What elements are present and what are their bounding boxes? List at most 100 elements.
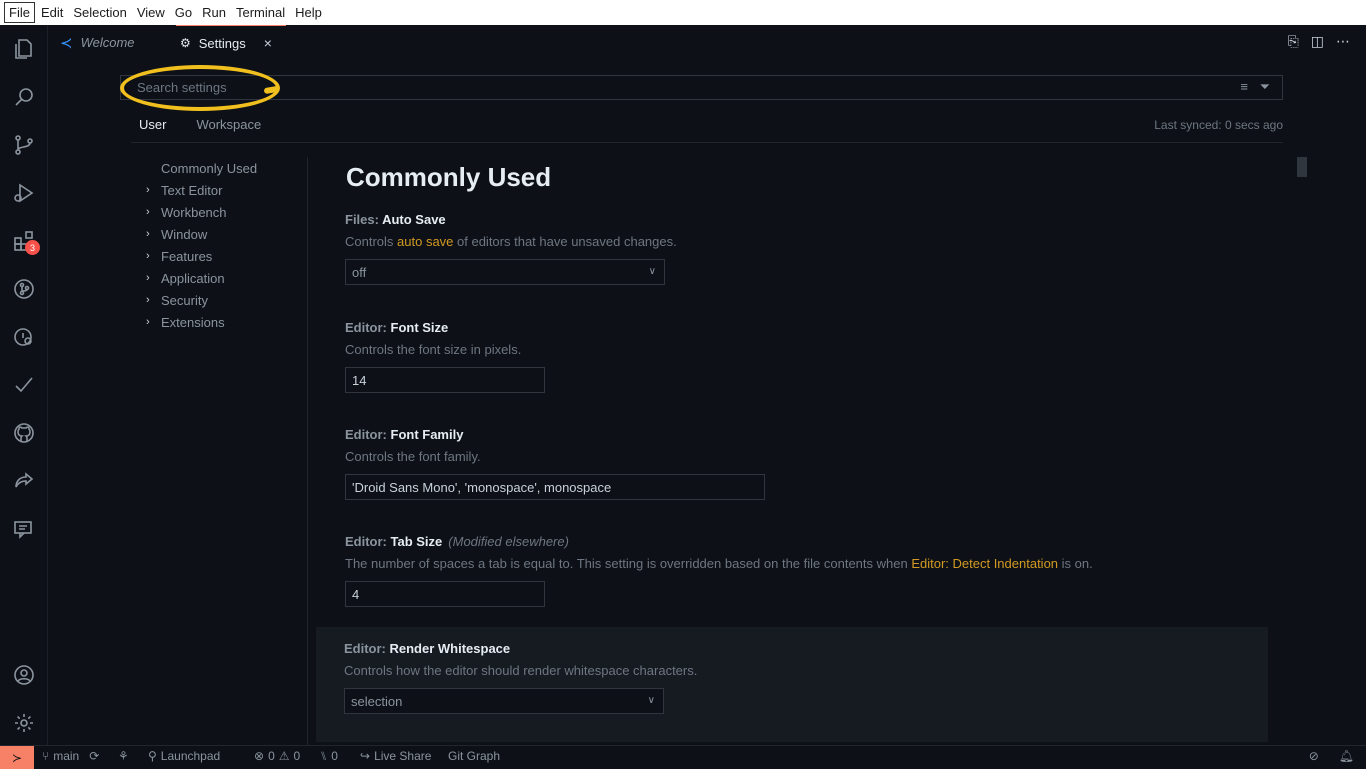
more-actions-icon[interactable]: ⋯: [1336, 33, 1350, 50]
setting-font-family: Editor: Font Family Controls the font fa…: [331, 427, 1283, 500]
font-family-input[interactable]: 'Droid Sans Mono', 'monospace', monospac…: [345, 474, 765, 500]
setting-description: Controls auto save of editors that have …: [345, 234, 677, 249]
chevron-down-icon: ∨: [648, 266, 656, 277]
branch-icon: ⑂: [42, 749, 50, 763]
split-editor-icon[interactable]: ◫: [1311, 33, 1324, 50]
toc-item-workbench[interactable]: › Workbench: [138, 201, 306, 223]
toc-item-label: Text Editor: [161, 182, 223, 198]
run-debug-icon[interactable]: [10, 179, 38, 207]
source-control-icon[interactable]: [10, 131, 38, 159]
manage-gear-icon[interactable]: [10, 709, 38, 737]
menu-view[interactable]: View: [133, 3, 169, 22]
toc-item-label: Application: [161, 270, 225, 286]
menu-file[interactable]: File: [4, 2, 35, 23]
toc-item-label: Security: [161, 292, 208, 308]
detect-indentation-link[interactable]: Editor: Detect Indentation: [911, 556, 1058, 571]
remote-explorer-icon[interactable]: [10, 323, 38, 351]
chevron-right-icon: ›: [146, 228, 150, 240]
tab-user[interactable]: User: [131, 115, 175, 143]
branch-indicator[interactable]: ⑂ main ⟳: [42, 749, 99, 763]
activity-bar: 3: [0, 25, 48, 745]
toc-item-features[interactable]: › Features: [138, 245, 306, 267]
bell-icon[interactable]: 🔔︎: [1339, 749, 1354, 763]
toc-item-extensions[interactable]: › Extensions: [138, 311, 306, 333]
sync-status: Last synced: 0 secs ago: [1154, 118, 1283, 132]
git-graph-item[interactable]: Git Graph: [448, 749, 500, 763]
auto-save-select[interactable]: off ∨: [345, 259, 665, 285]
problems-item[interactable]: ⊗ 0 ⚠ 0: [254, 749, 300, 763]
toc-item-application[interactable]: › Application: [138, 267, 306, 289]
chevron-down-icon: ∨: [647, 695, 655, 706]
explorer-icon[interactable]: [10, 35, 38, 63]
setting-label: Editor: Tab Size (Modified elsewhere): [345, 534, 569, 549]
extensions-badge: 3: [25, 240, 40, 255]
menu-selection[interactable]: Selection: [69, 3, 130, 22]
chevron-right-icon: ›: [146, 294, 150, 306]
scrollbar-thumb[interactable]: [1297, 157, 1307, 177]
tab-welcome-label: Welcome: [80, 35, 135, 50]
settings-toc: Commonly Used › Text Editor › Workbench › W…: [138, 157, 306, 333]
editor-area: ≺ Welcome ⚙ Settings × ⎘ ◫ ⋯ ≡ ⏷ User Wo…: [48, 25, 1366, 745]
setting-description: Controls how the editor should render wh…: [344, 663, 698, 678]
github-icon[interactable]: [10, 419, 38, 447]
toc-item-label: Extensions: [161, 314, 225, 330]
toc-item-security[interactable]: › Security: [138, 289, 306, 311]
live-share-item[interactable]: ↪ Live Share: [360, 749, 431, 763]
toc-item-label: Window: [161, 226, 208, 242]
setting-font-size: Editor: Font Size Controls the font size…: [331, 320, 1283, 393]
setting-label: Editor: Render Whitespace: [344, 641, 511, 656]
toc-divider: [307, 157, 308, 745]
toc-item-commonly-used[interactable]: Commonly Used: [138, 157, 306, 179]
tab-workspace[interactable]: Workspace: [188, 115, 269, 143]
account-icon[interactable]: [10, 661, 38, 689]
chevron-right-icon: ›: [146, 184, 150, 196]
filter-icon[interactable]: ⏷: [1260, 79, 1270, 95]
remote-indicator-icon[interactable]: ≻: [0, 746, 34, 769]
search-settings-input[interactable]: [121, 76, 1221, 99]
ports-item[interactable]: ⑊ 0: [320, 749, 338, 763]
close-icon[interactable]: ×: [264, 35, 272, 51]
auto-save-link[interactable]: auto save: [397, 234, 453, 249]
menu-run[interactable]: Run: [198, 3, 230, 22]
vscode-logo-icon: ≺: [60, 34, 73, 52]
render-whitespace-select[interactable]: selection ∨: [344, 688, 664, 714]
launchpad-item[interactable]: ⚲ Launchpad: [148, 749, 220, 763]
error-icon: ⊗: [254, 749, 265, 763]
setting-tab-size: Editor: Tab Size (Modified elsewhere) The…: [331, 534, 1283, 607]
ports-icon: ⑊: [320, 749, 328, 763]
tab-settings[interactable]: ⚙ Settings ×: [176, 25, 286, 60]
modified-indicator[interactable]: (Modified elsewhere): [448, 534, 569, 549]
settings-search-box: ≡ ⏷: [120, 75, 1283, 100]
warning-icon: ⚠: [278, 749, 290, 763]
sync-icon: ⟳: [89, 749, 100, 763]
search-icon[interactable]: [10, 83, 38, 111]
live-share-icon[interactable]: [10, 467, 38, 495]
menu-help[interactable]: Help: [291, 3, 326, 22]
menu-go[interactable]: Go: [171, 3, 196, 22]
menu-edit[interactable]: Edit: [37, 3, 67, 22]
comments-icon[interactable]: [10, 515, 38, 543]
open-settings-json-icon[interactable]: ⎘: [1288, 33, 1299, 50]
git-graph-icon[interactable]: [10, 275, 38, 303]
setting-description: Controls the font size in pixels.: [345, 342, 522, 357]
chevron-right-icon: ›: [146, 250, 150, 262]
scope-divider: [131, 142, 1283, 143]
font-size-input[interactable]: 14: [345, 367, 545, 393]
tab-welcome[interactable]: ≺ Welcome: [56, 25, 176, 60]
toc-item-window[interactable]: › Window: [138, 223, 306, 245]
testing-icon[interactable]: [10, 371, 38, 399]
setting-render-whitespace: Editor: Render Whitespace Controls how t…: [316, 627, 1268, 742]
setting-auto-save: Files: Auto Save Controls auto save of e…: [331, 212, 1283, 285]
launchpad-icon: ⚲: [148, 749, 157, 763]
toc-item-text-editor[interactable]: › Text Editor: [138, 179, 306, 201]
section-title: Commonly Used: [346, 162, 552, 192]
toc-item-label: Features: [161, 248, 213, 264]
setting-label: Editor: Font Size: [345, 320, 449, 335]
tab-size-input[interactable]: 4: [345, 581, 545, 607]
notifications-muted-icon[interactable]: ⊘: [1309, 749, 1319, 763]
live-share-status-icon: ↪: [360, 749, 371, 763]
menu-terminal[interactable]: Terminal: [232, 3, 289, 22]
copilot-icon[interactable]: ⚘: [118, 749, 129, 763]
clear-filter-icon[interactable]: ≡: [1240, 79, 1248, 94]
editor-actions: ⎘ ◫ ⋯: [1288, 33, 1350, 50]
